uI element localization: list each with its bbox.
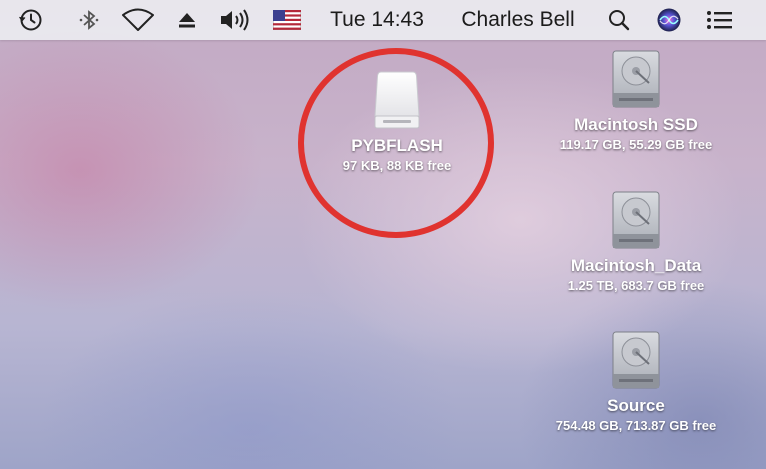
drive-name: PYBFLASH: [351, 136, 443, 155]
eject-icon[interactable]: [172, 0, 202, 40]
spotlight-icon[interactable]: [602, 0, 636, 40]
time-machine-icon[interactable]: [14, 0, 48, 40]
hard-drive-icon: [612, 331, 660, 389]
drive-info: 97 KB, 88 KB free: [342, 158, 452, 173]
drive-macintosh-data[interactable]: Macintosh_Data 1.25 TB, 683.7 GB free: [561, 190, 711, 293]
notification-center-icon[interactable]: [702, 0, 738, 40]
siri-icon[interactable]: [652, 0, 686, 40]
desktop[interactable]: Tue 14:43 Charles Bell PYBFLASH 97 KB, 8…: [0, 0, 766, 469]
drive-info: 754.48 GB, 713.87 GB free: [555, 418, 717, 433]
drive-info: 1.25 TB, 683.7 GB free: [567, 278, 705, 293]
drive-name: Macintosh SSD: [574, 115, 698, 134]
drive-name: Macintosh_Data: [570, 256, 702, 275]
drive-name: Source: [607, 396, 665, 415]
drive-info: 119.17 GB, 55.29 GB free: [559, 137, 713, 152]
bluetooth-icon[interactable]: [74, 0, 104, 40]
drive-source[interactable]: Source 754.48 GB, 713.87 GB free: [551, 330, 721, 433]
wifi-icon[interactable]: [118, 0, 158, 40]
removable-drive-icon: [374, 71, 420, 129]
hard-drive-icon: [612, 191, 660, 249]
menubar-user[interactable]: Charles Bell: [450, 0, 586, 40]
us-flag-icon[interactable]: [270, 0, 304, 40]
volume-icon[interactable]: [216, 0, 256, 40]
hard-drive-icon: [612, 50, 660, 108]
menubar-clock[interactable]: Tue 14:43: [318, 0, 436, 40]
menu-bar: Tue 14:43 Charles Bell: [0, 0, 766, 40]
drive-macintosh-ssd[interactable]: Macintosh SSD 119.17 GB, 55.29 GB free: [559, 49, 713, 152]
drive-pybflash[interactable]: PYBFLASH 97 KB, 88 KB free: [332, 68, 462, 173]
